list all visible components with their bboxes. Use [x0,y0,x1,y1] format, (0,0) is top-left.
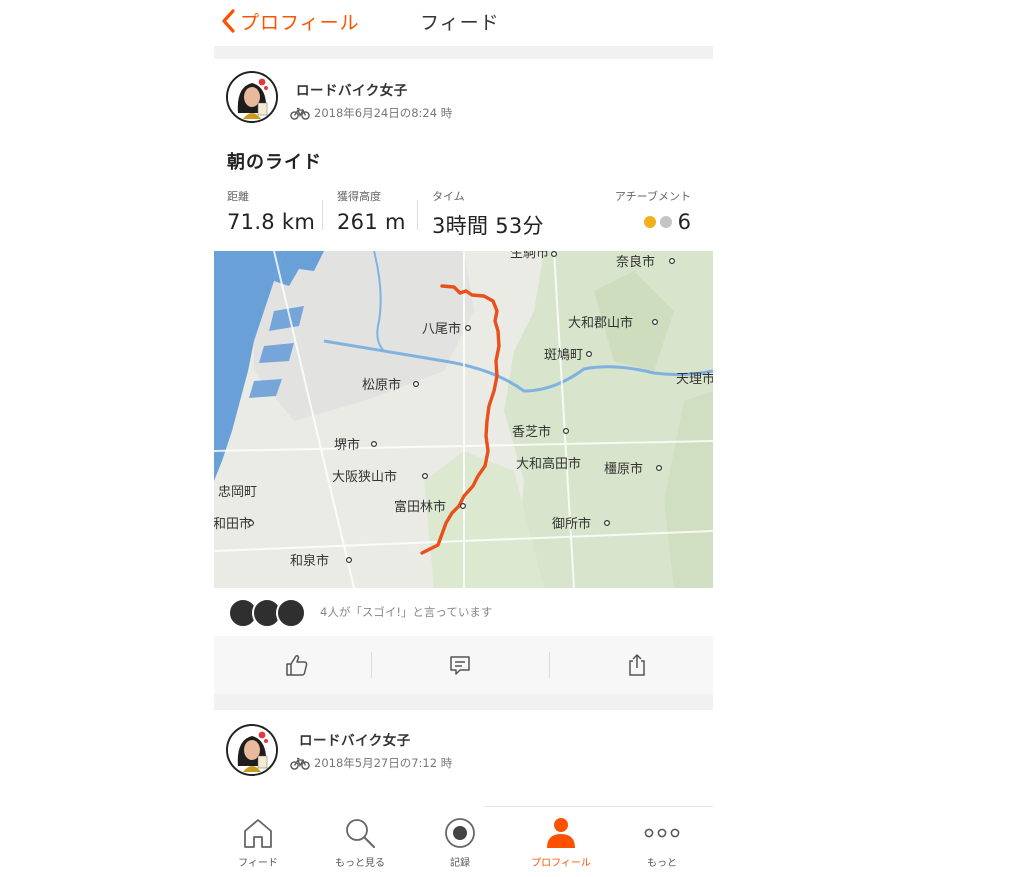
map-label: 岸和田市 [214,516,252,532]
chevron-left-icon [222,9,235,33]
tab-bar-divider [484,806,713,807]
page-title: フィード [420,12,500,34]
activity-datetime: 2018年6月24日の8:24 時 [314,106,453,120]
map-label: 御所市 [552,516,591,532]
top-nav-bar: プロフィール フィード [214,0,713,44]
bike-icon [290,107,310,120]
map-label: 大和郡山市 [568,315,633,331]
map-label: 大和高田市 [516,456,581,472]
tab-bar: フィード もっと見る 記録 プロフィール もっと [214,806,713,877]
stat-label: タイム [432,190,465,203]
action-divider [371,652,372,678]
achievements-label: アチーブメント [614,190,691,203]
route-map[interactable]: 生駒市 奈良市 八尾市 大和郡山市 斑鳩町 松原市 天理市 香芝市 堺市 大和高… [214,251,713,588]
comment-button[interactable] [377,636,543,694]
avatar[interactable] [226,71,278,123]
activity-card[interactable]: ロードバイク女子 2018年5月27日の7:12 時 [214,710,713,806]
comment-icon [450,656,470,675]
map-label: 松原市 [362,377,401,393]
phone-screen: プロフィール フィード ロードバイク女子 2018年6月24日の8:24 時 朝… [214,0,713,877]
tab-explore[interactable]: もっと見る [310,814,410,874]
map-label: 富田林市 [394,499,446,515]
back-label: プロフィール [240,11,360,34]
stat-divider [417,200,418,230]
stat-label: 距離 [227,190,249,203]
silver-medal-icon [659,216,672,228]
tab-label: プロフィール [531,858,591,869]
tab-label: もっと [647,858,677,869]
stat-value: 3時間 53分 [432,214,544,238]
tab-label: もっと見る [335,858,385,869]
kudos-text: 4人が「スゴイ!」と言っています [320,605,493,619]
stat-elevation: 獲得高度 261 m [337,188,406,234]
stat-label: 獲得高度 [337,190,381,203]
home-icon [244,819,272,848]
tab-label: 記録 [450,858,470,869]
tab-more[interactable]: もっと [612,814,712,874]
stat-value: 261 m [337,210,406,234]
map-label: 忠岡町 [218,485,257,500]
kudos-avatar [276,598,306,628]
bike-icon [290,757,310,770]
tab-label: フィード [238,858,278,869]
avatar[interactable] [226,724,278,776]
activity-title[interactable]: 朝のライド [227,148,322,174]
tab-feed[interactable]: フィード [208,814,308,874]
map-label: 和泉市 [290,553,329,569]
map-label: 堺市 [334,437,360,453]
achievements[interactable]: アチーブメント 6 [615,188,691,234]
record-icon [445,818,475,848]
kudos-row[interactable]: 4人が「スゴイ!」と言っています [214,588,713,636]
feed-separator [214,46,713,59]
tab-record[interactable]: 記録 [410,814,510,874]
achievements-count: 6 [677,210,691,234]
activity-meta: 2018年5月27日の7:12 時 [290,755,452,771]
map-label: 八尾市 [422,321,461,337]
share-button[interactable] [554,636,720,694]
kudos-button[interactable] [214,636,380,694]
action-divider [549,652,550,678]
stat-time: タイム 3時間 53分 [432,188,544,240]
athlete-name[interactable]: ロードバイク女子 [296,79,408,99]
activity-datetime: 2018年5月27日の7:12 時 [314,756,453,770]
map-label: 生駒市 [510,251,549,261]
stat-divider [322,200,323,230]
map-label: 奈良市 [616,254,655,270]
search-icon [346,819,375,848]
gold-medal-icon [643,216,656,228]
activity-actions [214,636,713,694]
more-icon [644,828,680,838]
stat-value: 71.8 km [227,210,316,234]
map-label: 大阪狭山市 [332,469,397,485]
thumbs-up-icon [286,654,308,676]
map-label: 斑鳩町 [544,348,583,363]
athlete-name[interactable]: ロードバイク女子 [299,729,411,749]
activity-meta: 2018年6月24日の8:24 時 [290,105,452,121]
stat-distance: 距離 71.8 km [227,188,315,234]
map-label: 橿原市 [604,461,643,477]
back-button[interactable]: プロフィール [220,6,360,36]
profile-icon [547,818,575,848]
share-icon [629,654,645,676]
feed-separator [214,694,713,710]
map-label: 香芝市 [512,424,551,440]
map-label: 天理市 [676,371,713,387]
tab-profile[interactable]: プロフィール [511,814,611,874]
